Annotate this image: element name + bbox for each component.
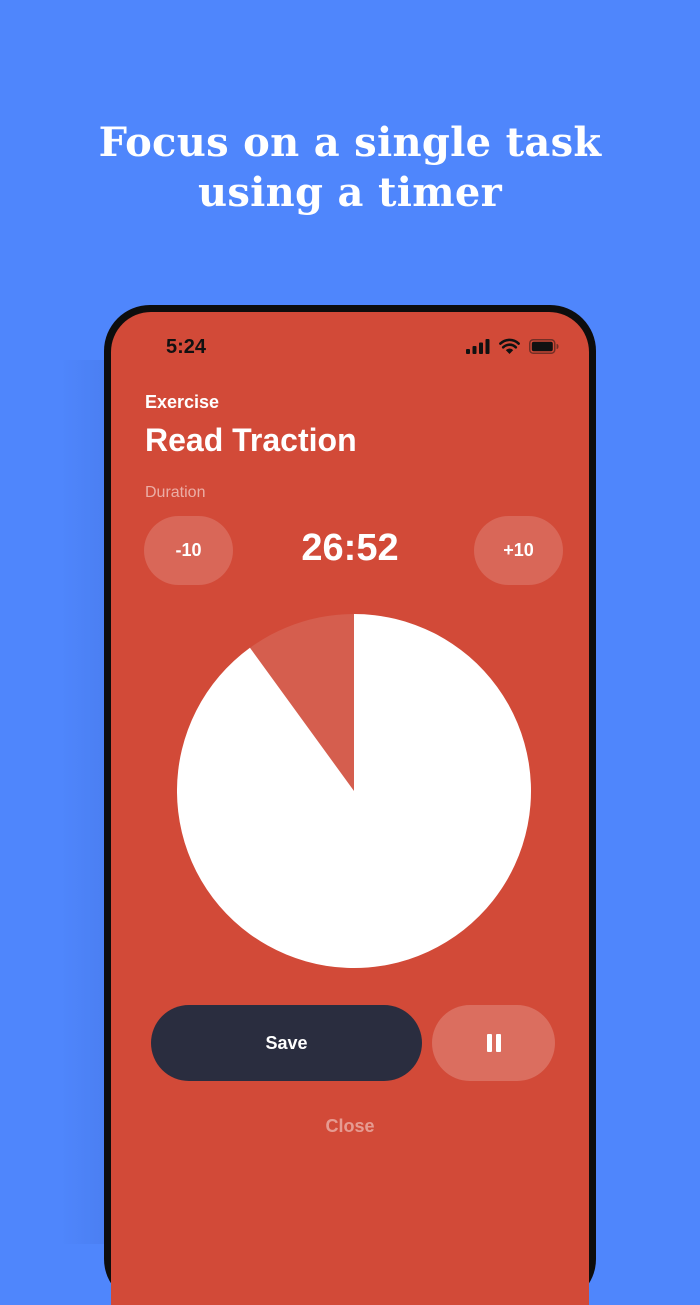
duration-label: Duration xyxy=(145,484,206,501)
status-time: 5:24 xyxy=(166,336,207,358)
phone-frame: 5:24 Exercise Read Traction Duration -10 xyxy=(104,305,596,1305)
wifi-icon xyxy=(499,338,520,354)
task-category: Exercise xyxy=(145,392,220,412)
pause-button[interactable] xyxy=(432,1005,555,1081)
increase-time-button[interactable]: +10 xyxy=(474,516,563,585)
status-icons xyxy=(466,338,559,354)
headline-line-1: Focus on a single task xyxy=(98,119,602,166)
headline-line-2: using a timer xyxy=(197,169,503,216)
save-button[interactable]: Save xyxy=(151,1005,422,1081)
signal-icon xyxy=(466,338,490,354)
battery-icon xyxy=(529,338,559,354)
task-title: Read Traction xyxy=(145,422,357,458)
promo-headline: Focus on a single task using a timer xyxy=(0,118,700,218)
decrease-time-button[interactable]: -10 xyxy=(144,516,233,585)
phone-screen: 5:24 Exercise Read Traction Duration -10 xyxy=(111,312,589,1305)
pause-icon xyxy=(486,1034,501,1052)
close-button[interactable]: Close xyxy=(111,1116,589,1137)
timer-pie xyxy=(177,614,531,968)
